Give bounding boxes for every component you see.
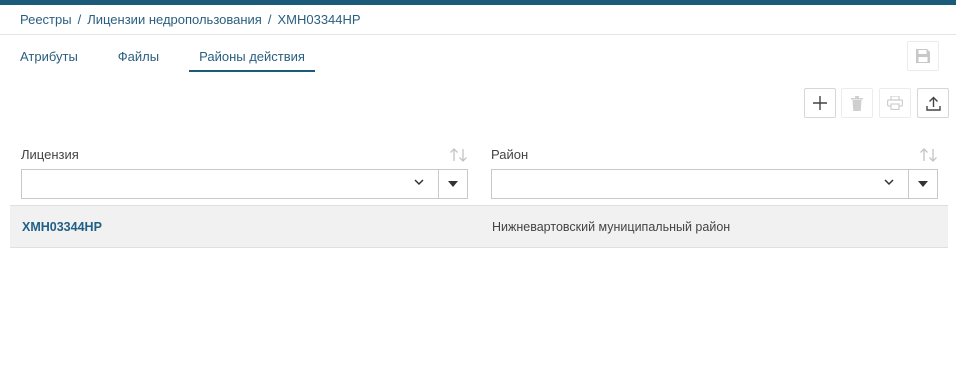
tab-files[interactable]: Файлы <box>108 38 169 72</box>
license-filter-select[interactable] <box>21 169 468 199</box>
district-cell: Нижневартовский муниципальный район <box>492 220 731 234</box>
export-button[interactable] <box>917 88 949 118</box>
caret-down-icon <box>918 181 928 187</box>
breadcrumb-item-registries[interactable]: Реестры <box>20 12 72 27</box>
delete-button[interactable] <box>841 88 873 118</box>
license-filter-field[interactable] <box>22 170 438 198</box>
breadcrumb-separator: / <box>267 12 272 27</box>
chevron-down-icon <box>414 179 424 186</box>
district-filter-menu-button[interactable] <box>908 170 937 198</box>
printer-icon <box>887 96 903 110</box>
district-filter-select[interactable] <box>491 169 938 199</box>
print-button[interactable] <box>879 88 911 118</box>
caret-down-icon <box>448 181 458 187</box>
trash-icon <box>851 95 863 111</box>
column-header-district: Район <box>491 147 529 162</box>
save-icon <box>916 49 930 63</box>
license-link[interactable]: ХМН03344НР <box>22 220 102 234</box>
breadcrumb-item-licenses[interactable]: Лицензии недропользования <box>87 12 262 27</box>
plus-icon <box>813 96 827 110</box>
breadcrumb: Реестры / Лицензии недропользования / ХМ… <box>20 12 361 27</box>
column-header-license: Лицензия <box>21 147 79 162</box>
breadcrumb-separator: / <box>77 12 82 27</box>
chevron-down-icon <box>884 179 894 186</box>
license-filter-menu-button[interactable] <box>438 170 467 198</box>
tab-districts[interactable]: Районы действия <box>189 38 315 72</box>
add-button[interactable] <box>804 88 836 118</box>
top-accent-bar <box>0 0 956 5</box>
sort-icon[interactable] <box>449 147 469 163</box>
upload-icon <box>925 96 941 111</box>
tab-bar: Атрибуты Файлы Районы действия <box>10 38 335 74</box>
breadcrumb-item-current: ХМН03344НР <box>277 12 361 27</box>
header-divider <box>0 34 956 35</box>
sort-icon[interactable] <box>919 147 939 163</box>
tab-attributes[interactable]: Атрибуты <box>10 38 88 72</box>
district-filter-field[interactable] <box>492 170 908 198</box>
save-button[interactable] <box>907 41 939 71</box>
table-row[interactable]: ХМН03344НР Нижневартовский муниципальный… <box>10 205 948 248</box>
